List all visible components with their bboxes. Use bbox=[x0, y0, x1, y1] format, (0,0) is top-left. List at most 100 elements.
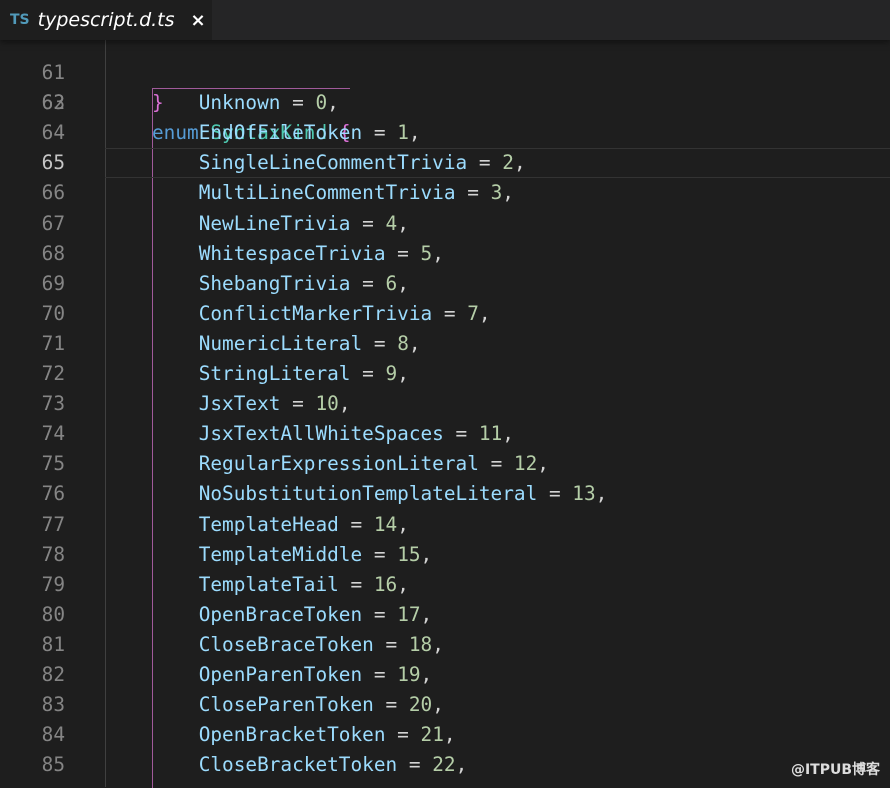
line-number: 82 bbox=[41, 662, 65, 686]
line-number: 67 bbox=[41, 211, 65, 235]
line-number: 80 bbox=[41, 602, 65, 626]
code-line: 76 NoSubstitutionTemplateLiteral = 13, bbox=[0, 479, 890, 509]
code-line: 68 WhitespaceTrivia = 5, bbox=[0, 239, 890, 269]
enum-value: 16 bbox=[373, 572, 398, 596]
enum-member: CloseBracketToken bbox=[198, 753, 398, 777]
enum-value: 11 bbox=[478, 422, 503, 446]
enum-member: OpenBraceToken bbox=[198, 602, 363, 626]
line-number: 81 bbox=[41, 632, 65, 656]
line-number: 72 bbox=[41, 362, 65, 386]
code-editor[interactable]: 61 } 62 enum SyntaxKind { 63 Unknown = 0… bbox=[0, 28, 890, 780]
code-line: 71 NumericLiteral = 8, bbox=[0, 329, 890, 359]
enum-member: JsxText bbox=[198, 392, 281, 416]
code-line: 85 CloseBracketToken = 22, bbox=[0, 750, 890, 780]
enum-member: WhitespaceTrivia bbox=[198, 241, 386, 265]
code-line: 78 TemplateMiddle = 15, bbox=[0, 540, 890, 570]
enum-value: 15 bbox=[397, 542, 421, 566]
enum-member: NoSubstitutionTemplateLiteral bbox=[198, 482, 538, 506]
enum-value: 17 bbox=[397, 602, 421, 626]
watermark: @ITPUB博客 bbox=[790, 762, 880, 778]
code-line: 62 enum SyntaxKind { bbox=[0, 58, 890, 144]
line-number: 66 bbox=[41, 181, 65, 205]
enum-value: 1 bbox=[397, 121, 409, 145]
enum-member: OpenBracketToken bbox=[198, 723, 386, 747]
line-number: 84 bbox=[41, 723, 65, 747]
enum-value: 12 bbox=[513, 452, 538, 476]
enum-member: NewLineTrivia bbox=[198, 211, 351, 235]
enum-member: SingleLineCommentTrivia bbox=[198, 151, 468, 175]
enum-member: CloseBraceToken bbox=[198, 632, 374, 656]
tab-title: typescript.d.ts bbox=[37, 9, 175, 31]
enum-value: 20 bbox=[408, 693, 433, 717]
code-line: 79 TemplateTail = 16, bbox=[0, 570, 890, 600]
code-line: 66 MultiLineCommentTrivia = 3, bbox=[0, 178, 890, 208]
code-line: 70 ConflictMarkerTrivia = 7, bbox=[0, 299, 890, 329]
code-line: 84 OpenBracketToken = 21, bbox=[0, 720, 890, 750]
code-line: 83 CloseParenToken = 20, bbox=[0, 690, 890, 720]
enum-member: OpenParenToken bbox=[198, 662, 363, 686]
enum-member: StringLiteral bbox=[198, 362, 351, 386]
enum-value: 7 bbox=[467, 301, 479, 325]
line-number: 79 bbox=[41, 572, 65, 596]
code-line: 81 CloseBraceToken = 18, bbox=[0, 630, 890, 660]
enum-value: 2 bbox=[502, 151, 514, 175]
enum-value: 5 bbox=[420, 241, 433, 265]
enum-value: 8 bbox=[397, 331, 409, 355]
tab-typescript-d-ts[interactable]: TS typescript.d.ts × bbox=[0, 0, 212, 40]
enum-value: 6 bbox=[385, 271, 398, 295]
enum-member: MultiLineCommentTrivia bbox=[198, 181, 456, 205]
enum-member: ConflictMarkerTrivia bbox=[198, 301, 433, 325]
code-line: 82 OpenParenToken = 19, bbox=[0, 660, 890, 690]
typescript-icon: TS bbox=[10, 12, 30, 28]
enum-value: 0 bbox=[315, 91, 328, 115]
enum-member: TemplateHead bbox=[198, 512, 339, 536]
enum-value: 22 bbox=[432, 753, 456, 777]
line-number: 73 bbox=[41, 392, 65, 416]
enum-value: 3 bbox=[490, 181, 503, 205]
line-number: 64 bbox=[41, 121, 65, 145]
close-icon[interactable]: × bbox=[191, 10, 206, 31]
code-line: 64 EndOfFileToken = 1, bbox=[0, 118, 890, 148]
enum-member: TemplateTail bbox=[198, 572, 339, 596]
line-number: 74 bbox=[41, 422, 65, 446]
line-number: 70 bbox=[41, 301, 65, 325]
line-number: 65 bbox=[41, 151, 65, 175]
enum-value: 10 bbox=[315, 392, 339, 416]
code-line: 73 JsxText = 10, bbox=[0, 389, 890, 419]
code-line: 63 Unknown = 0, bbox=[0, 88, 890, 118]
code-line: 65 SingleLineCommentTrivia = 2, bbox=[0, 148, 890, 179]
code-line: 75 RegularExpressionLiteral = 12, bbox=[0, 449, 890, 479]
line-number: 75 bbox=[41, 452, 65, 476]
enum-value: 21 bbox=[420, 723, 444, 747]
code-line: 72 StringLiteral = 9, bbox=[0, 359, 890, 389]
enum-member: EndOfFileToken bbox=[198, 121, 363, 145]
line-number: 77 bbox=[41, 512, 65, 536]
code-line: 80 OpenBraceToken = 17, bbox=[0, 600, 890, 630]
line-number: 76 bbox=[41, 482, 65, 506]
enum-value: 13 bbox=[572, 482, 596, 506]
enum-member: CloseParenToken bbox=[198, 693, 374, 717]
tab-bar: TS typescript.d.ts × bbox=[0, 0, 890, 40]
enum-value: 14 bbox=[373, 512, 398, 536]
enum-member: TemplateMiddle bbox=[198, 542, 363, 566]
code-line: 69 ShebangTrivia = 6, bbox=[0, 269, 890, 299]
enum-member: ShebangTrivia bbox=[198, 271, 351, 295]
line-number: 68 bbox=[41, 241, 65, 265]
line-number: 83 bbox=[41, 693, 65, 717]
code-line: 67 NewLineTrivia = 4, bbox=[0, 209, 890, 239]
line-number: 69 bbox=[41, 271, 65, 295]
enum-value: 18 bbox=[408, 632, 433, 656]
line-number: 63 bbox=[41, 91, 65, 115]
enum-value: 19 bbox=[397, 662, 421, 686]
code-line: 77 TemplateHead = 14, bbox=[0, 510, 890, 540]
enum-member: RegularExpressionLiteral bbox=[198, 452, 479, 476]
line-number: 71 bbox=[41, 331, 65, 355]
enum-member: NumericLiteral bbox=[198, 331, 363, 355]
enum-value: 9 bbox=[385, 362, 398, 386]
code-line: 74 JsxTextAllWhiteSpaces = 11, bbox=[0, 419, 890, 449]
line-number: 85 bbox=[41, 753, 65, 777]
line-number: 78 bbox=[41, 542, 65, 566]
enum-member: JsxTextAllWhiteSpaces bbox=[198, 422, 444, 446]
enum-value: 4 bbox=[385, 211, 398, 235]
enum-member: Unknown bbox=[198, 91, 281, 115]
